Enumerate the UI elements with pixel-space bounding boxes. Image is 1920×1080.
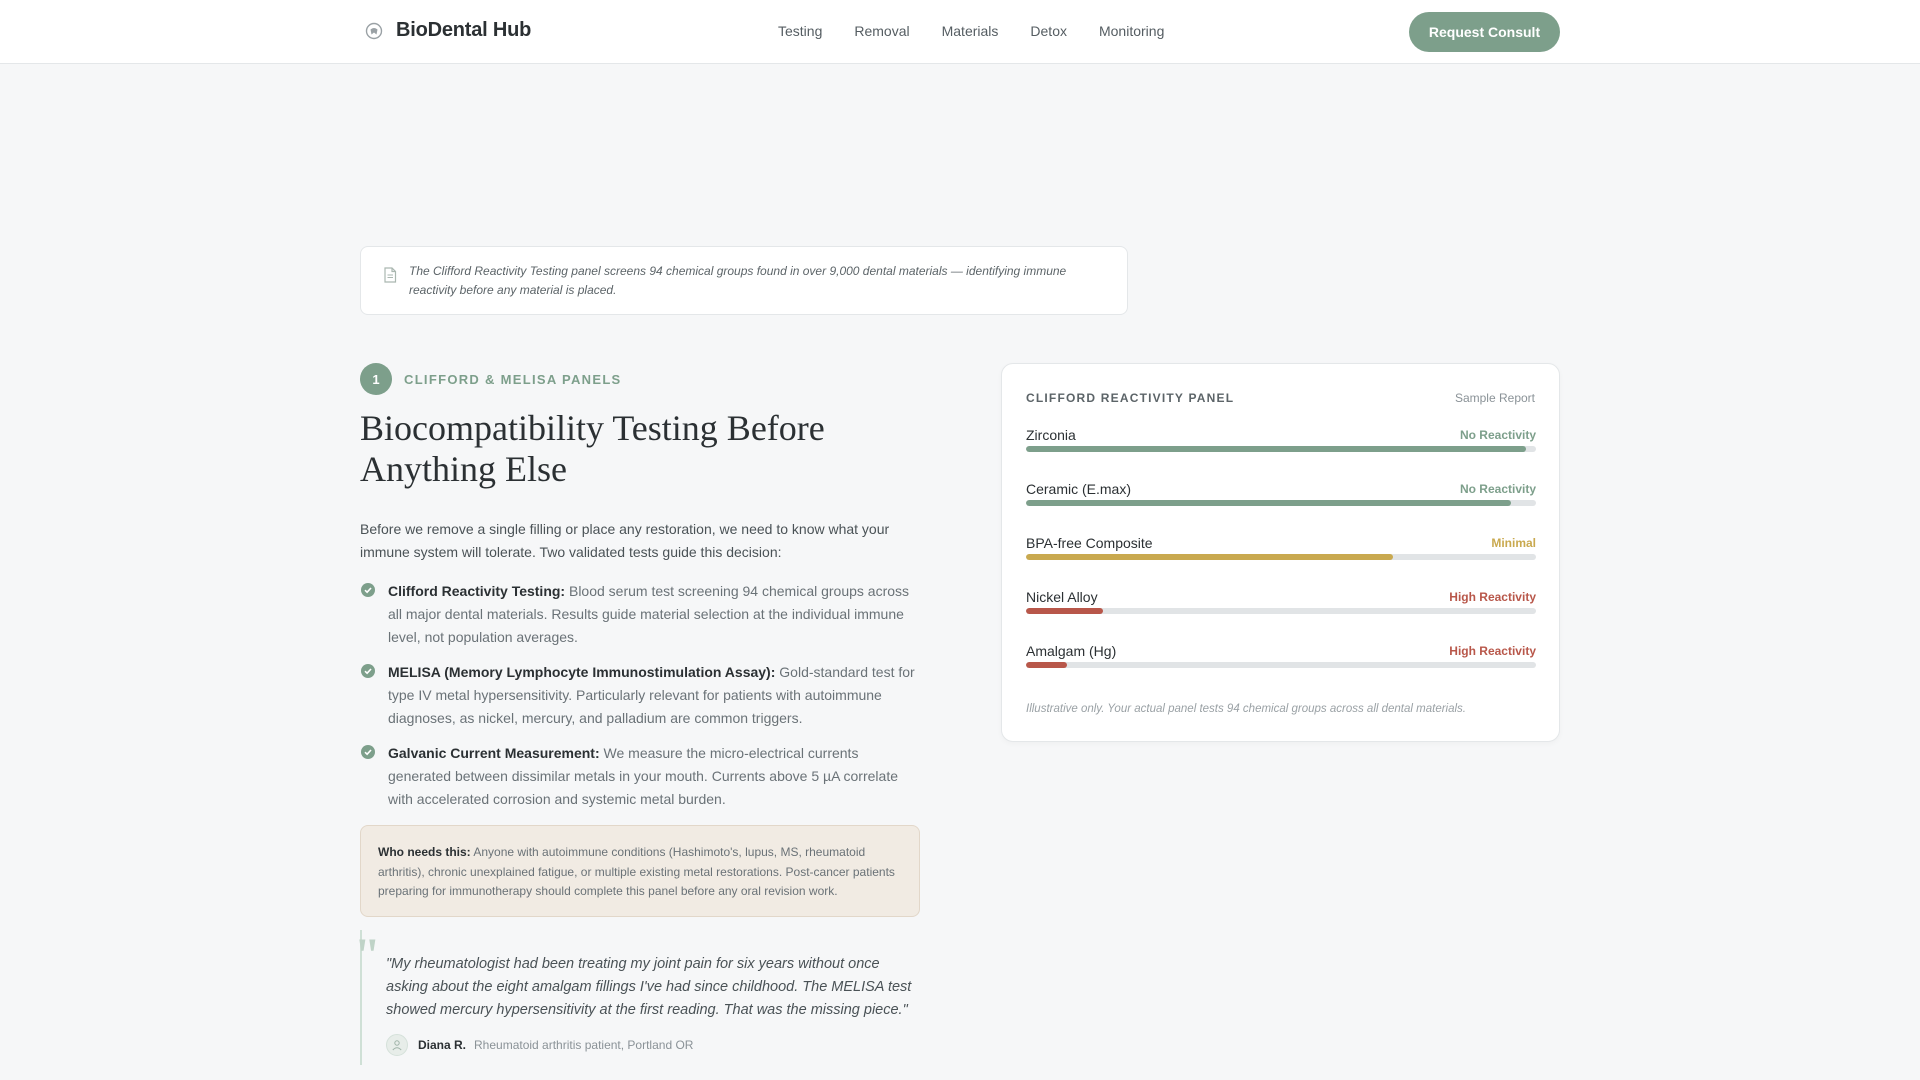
reactivity-status: High Reactivity bbox=[1449, 590, 1536, 604]
reactivity-bar-fill bbox=[1026, 446, 1526, 452]
panel-footnote: Illustrative only. Your actual panel tes… bbox=[1026, 703, 1466, 715]
document-icon bbox=[383, 267, 397, 283]
brand[interactable]: BioDental Hub bbox=[364, 19, 531, 42]
testimonial: " "My rheumatologist had been treating m… bbox=[354, 930, 920, 1065]
reactivity-row: Ceramic (E.max) No Reactivity bbox=[1026, 481, 1536, 535]
reactivity-row: Amalgam (Hg) High Reactivity bbox=[1026, 643, 1536, 697]
list-item-title: Clifford Reactivity Testing: bbox=[388, 583, 566, 599]
check-icon bbox=[361, 745, 375, 759]
list-item: Galvanic Current Measurement: We measure… bbox=[360, 742, 920, 811]
reactivity-bar-fill bbox=[1026, 608, 1103, 614]
nav-materials[interactable]: Materials bbox=[942, 23, 999, 39]
callout-text: The Clifford Reactivity Testing panel sc… bbox=[409, 264, 1067, 297]
list-item: MELISA (Memory Lymphocyte Immunostimulat… bbox=[360, 661, 920, 730]
author-name: Diana R. bbox=[418, 1038, 467, 1052]
reactivity-status: No Reactivity bbox=[1459, 428, 1536, 442]
user-icon bbox=[392, 1040, 402, 1051]
check-icon bbox=[361, 664, 375, 678]
material-name: BPA-free Composite bbox=[1026, 535, 1153, 551]
reactivity-bar-fill bbox=[1026, 500, 1511, 506]
reactivity-bar-track bbox=[1026, 446, 1536, 452]
reactivity-bar-fill bbox=[1026, 662, 1067, 668]
author-role: Rheumatoid arthritis patient, Portland O… bbox=[474, 1038, 694, 1052]
reactivity-status: No Reactivity bbox=[1459, 482, 1536, 496]
testimonial-author: Diana R. Rheumatoid arthritis patient, P… bbox=[386, 1034, 693, 1056]
section-intro: Before we remove a single filling or pla… bbox=[360, 521, 890, 560]
sample-report-label: Sample Report bbox=[1454, 391, 1535, 405]
brand-name: BioDental Hub bbox=[396, 19, 532, 41]
main-nav: Testing Removal Materials Detox Monitori… bbox=[778, 23, 1196, 39]
material-name: Zirconia bbox=[1026, 427, 1076, 443]
nav-monitoring[interactable]: Monitoring bbox=[1099, 23, 1164, 39]
reactivity-row: Nickel Alloy High Reactivity bbox=[1026, 589, 1536, 643]
quote-icon: " bbox=[354, 929, 381, 982]
step-number-badge: 1 bbox=[360, 363, 392, 395]
avatar bbox=[386, 1034, 408, 1056]
nav-removal[interactable]: Removal bbox=[854, 23, 909, 39]
list-item: Clifford Reactivity Testing: Blood serum… bbox=[360, 580, 920, 649]
reactivity-status: High Reactivity bbox=[1449, 644, 1536, 658]
material-name: Amalgam (Hg) bbox=[1026, 643, 1117, 659]
panel-title: CLIFFORD REACTIVITY PANEL bbox=[1026, 391, 1235, 405]
material-name: Nickel Alloy bbox=[1026, 589, 1098, 605]
who-label: Who needs this: bbox=[378, 845, 471, 859]
step-label: CLIFFORD & MELISA PANELS bbox=[404, 372, 622, 387]
nav-testing[interactable]: Testing bbox=[778, 23, 822, 39]
who-needs-this-box: Who needs this: Anyone with autoimmune c… bbox=[360, 825, 920, 917]
reactivity-bar-fill bbox=[1026, 554, 1394, 560]
testimonial-text: "My rheumatologist had been treating my … bbox=[386, 956, 912, 1018]
test-list: Clifford Reactivity Testing: Blood serum… bbox=[360, 580, 920, 823]
site-header: BioDental Hub Testing Removal Materials … bbox=[0, 0, 1920, 64]
list-item-title: MELISA (Memory Lymphocyte Immunostimulat… bbox=[388, 664, 776, 680]
reactivity-bar-track bbox=[1026, 554, 1536, 560]
tooth-icon bbox=[364, 21, 384, 41]
reactivity-status: Minimal bbox=[1491, 536, 1536, 550]
reactivity-bar-track bbox=[1026, 662, 1536, 668]
info-callout: The Clifford Reactivity Testing panel sc… bbox=[360, 246, 1128, 315]
reactivity-bar-track bbox=[1026, 500, 1536, 506]
reactivity-rows: Zirconia No Reactivity Ceramic (E.max) No R… bbox=[1026, 427, 1536, 697]
request-consult-button[interactable]: Request Consult bbox=[1409, 12, 1560, 52]
nav-detox[interactable]: Detox bbox=[1030, 23, 1067, 39]
list-item-title: Galvanic Current Measurement: bbox=[388, 745, 600, 761]
reactivity-row: Zirconia No Reactivity bbox=[1026, 427, 1536, 481]
check-icon bbox=[361, 583, 375, 597]
section-title: Biocompatibility Testing Before Anything… bbox=[360, 408, 825, 489]
reactivity-row: BPA-free Composite Minimal bbox=[1026, 535, 1536, 589]
reactivity-bar-track bbox=[1026, 608, 1536, 614]
reactivity-panel-card: CLIFFORD REACTIVITY PANEL Sample Report … bbox=[1001, 363, 1560, 742]
material-name: Ceramic (E.max) bbox=[1026, 481, 1132, 497]
